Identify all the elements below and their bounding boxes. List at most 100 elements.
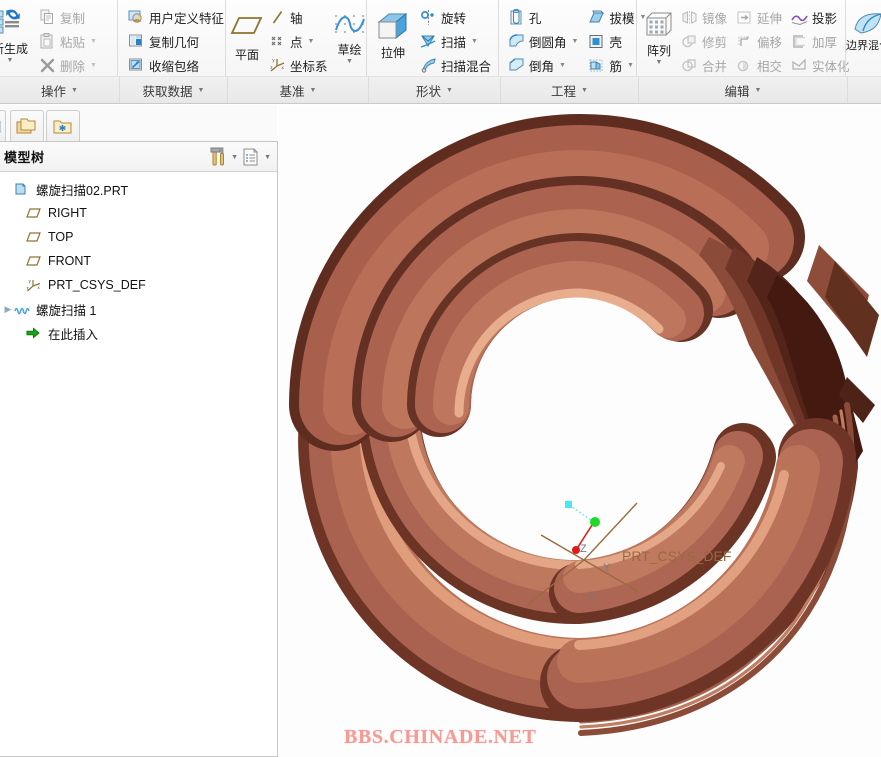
revolve-icon (420, 9, 437, 26)
datum-axis-button[interactable]: 轴 (266, 5, 331, 29)
chevron-down-icon[interactable]: ▼ (559, 62, 566, 69)
list-settings-icon (242, 147, 260, 167)
tree-item-csys-label: PRT_CSYS_DEF (48, 278, 146, 292)
thicken-button[interactable]: 加厚 (788, 29, 853, 53)
tree-item-front[interactable]: FRONT (0, 249, 277, 273)
chevron-down-icon[interactable]: ▼ (308, 38, 315, 45)
ribbon-group-engineering: 孔 倒圆角 ▼ 倒角 ▼ 拔模 ▼ 壳 筋 ▼ (498, 0, 646, 77)
udf-label: 用户定义特征 (149, 11, 225, 26)
udf-button[interactable]: 用户定义特征 (125, 5, 227, 29)
model-tree-header: 模型树 ▼ ▼ (0, 142, 277, 172)
navigator-tab-favorites[interactable] (46, 110, 80, 142)
graphics-viewport[interactable]: PRT_CSYS_DEF Z Y X (279, 105, 881, 757)
group-label-editing[interactable]: 编辑 ▼ (638, 76, 847, 103)
copy-icon (39, 9, 56, 26)
datum-csys-button[interactable]: y z x 坐标系 (266, 53, 331, 77)
copy-label: 复制 (60, 11, 86, 26)
group-label-operations-text: 操作 (41, 84, 67, 99)
group-label-engineering[interactable]: 工程 ▼ (500, 76, 638, 103)
navigator-tab-partial[interactable] (0, 110, 6, 142)
trim-button[interactable]: 修剪 (678, 29, 730, 53)
chevron-down-icon[interactable]: ▼ (90, 62, 97, 69)
extend-button[interactable]: 延伸 (733, 5, 785, 29)
shell-icon (588, 33, 605, 50)
delete-button[interactable]: 删除 ▼ (36, 53, 100, 77)
pattern-label: 阵列 (646, 44, 671, 58)
revolve-button[interactable]: 旋转 (417, 5, 494, 29)
datum-point-label: 点 (290, 35, 303, 50)
sweep-button[interactable]: 扫描 ▼ (417, 29, 494, 53)
project-button[interactable]: 投影 (788, 5, 853, 29)
forum-watermark: BBS.CHINADE.NET (344, 726, 537, 748)
project-label: 投影 (812, 11, 838, 26)
merge-button[interactable]: 合并 (678, 53, 730, 77)
regenerate-icon (0, 8, 25, 38)
datum-small-column: 轴 点 ▼ y z x 坐标系 (266, 3, 331, 77)
model-tree-body[interactable]: 螺旋扫描02.PRT RIGHT TOP FRONT y z x PRT_CSY… (0, 172, 277, 756)
regenerate-button[interactable]: 新生成 ▼ (0, 3, 34, 64)
sketch-button[interactable]: 草绘 ▼ (331, 3, 369, 65)
swept-blend-icon (420, 57, 437, 74)
chevron-down-icon[interactable]: ▼ (264, 154, 271, 161)
tree-item-top[interactable]: TOP (0, 225, 277, 249)
group-label-datum[interactable]: 基准 ▼ (227, 76, 368, 103)
tree-item-part[interactable]: 螺旋扫描02.PRT (0, 177, 277, 201)
swept-blend-button[interactable]: 扫描混合 (417, 53, 494, 77)
pattern-button[interactable]: 阵列 ▼ (641, 3, 677, 66)
extend-icon (736, 9, 753, 26)
offset-button[interactable]: 偏移 (733, 29, 785, 53)
thicken-label: 加厚 (812, 35, 838, 50)
tree-item-csys[interactable]: y z x PRT_CSYS_DEF (0, 273, 277, 297)
chevron-down-icon[interactable]: ▼ (90, 38, 97, 45)
group-label-shapes[interactable]: 形状 ▼ (368, 76, 500, 103)
shrinkwrap-button[interactable]: 收缩包络 (125, 53, 227, 77)
group-label-datum-text: 基准 (279, 84, 305, 99)
editing-column-2: 延伸 偏移 相交 (733, 3, 785, 77)
hole-button[interactable]: 孔 (505, 5, 581, 29)
mirror-button[interactable]: 镜像 (678, 5, 730, 29)
navigator-tab-folders[interactable] (10, 110, 44, 142)
solidify-button[interactable]: 实体化 (788, 53, 853, 77)
group-label-surfaces[interactable] (847, 76, 881, 103)
chevron-down-icon[interactable]: ▼ (346, 58, 353, 65)
round-button[interactable]: 倒圆角 ▼ (505, 29, 581, 53)
copy-button[interactable]: 复制 (36, 5, 100, 29)
paste-label: 粘贴 (60, 35, 86, 50)
chevron-down-icon[interactable]: ▼ (7, 57, 14, 64)
group-label-operations[interactable]: 操作 ▼ (0, 76, 119, 103)
solidify-label: 实体化 (812, 59, 850, 74)
intersect-button[interactable]: 相交 (733, 53, 785, 77)
settings-tools-button[interactable]: ▼ (207, 145, 240, 169)
csys-icon: y z x (26, 278, 43, 293)
tree-item-insert-here[interactable]: 在此插入 (0, 321, 277, 345)
tree-expander[interactable]: ▶ (2, 304, 14, 315)
datum-csys-icon: y z x (269, 57, 286, 74)
creo-application-window: 新生成 ▼ 复制 (0, 0, 881, 757)
extend-label: 延伸 (757, 11, 783, 26)
sketch-icon (331, 10, 369, 40)
chevron-down-icon[interactable]: ▼ (627, 62, 634, 69)
group-label-shapes-text: 形状 (416, 84, 442, 99)
chevron-down-icon[interactable]: ▼ (231, 154, 238, 161)
paste-button[interactable]: 粘贴 ▼ (36, 29, 100, 53)
ribbon-group-shapes: 拉伸 旋转 扫描 ▼ 扫描混合 (366, 0, 498, 76)
svg-text:z: z (27, 285, 29, 290)
model-tree-title: 模型树 (4, 150, 45, 165)
copy-geometry-icon (128, 33, 145, 50)
chamfer-button[interactable]: 倒角 ▼ (505, 53, 581, 77)
draft-icon (588, 9, 605, 26)
tree-display-button[interactable]: ▼ (240, 145, 273, 169)
datum-point-button[interactable]: 点 ▼ (266, 29, 331, 53)
copy-geometry-button[interactable]: 复制几何 (125, 29, 227, 53)
datum-plane-button[interactable]: 平面 (230, 3, 264, 63)
ribbon-group-surfaces: 边界混合 (845, 0, 881, 76)
tree-item-right[interactable]: RIGHT (0, 201, 277, 225)
datum-plane-icon (26, 254, 43, 268)
chevron-down-icon[interactable]: ▼ (471, 38, 478, 45)
tree-item-helical-sweep[interactable]: ▶ 螺旋扫描 1 (0, 297, 277, 321)
extrude-button[interactable]: 拉伸 (371, 3, 415, 61)
chevron-down-icon[interactable]: ▼ (572, 38, 579, 45)
chevron-down-icon[interactable]: ▼ (656, 59, 663, 66)
boundary-blend-button[interactable]: 边界混合 (846, 3, 881, 52)
group-label-get-data[interactable]: 获取数据 ▼ (119, 76, 227, 103)
